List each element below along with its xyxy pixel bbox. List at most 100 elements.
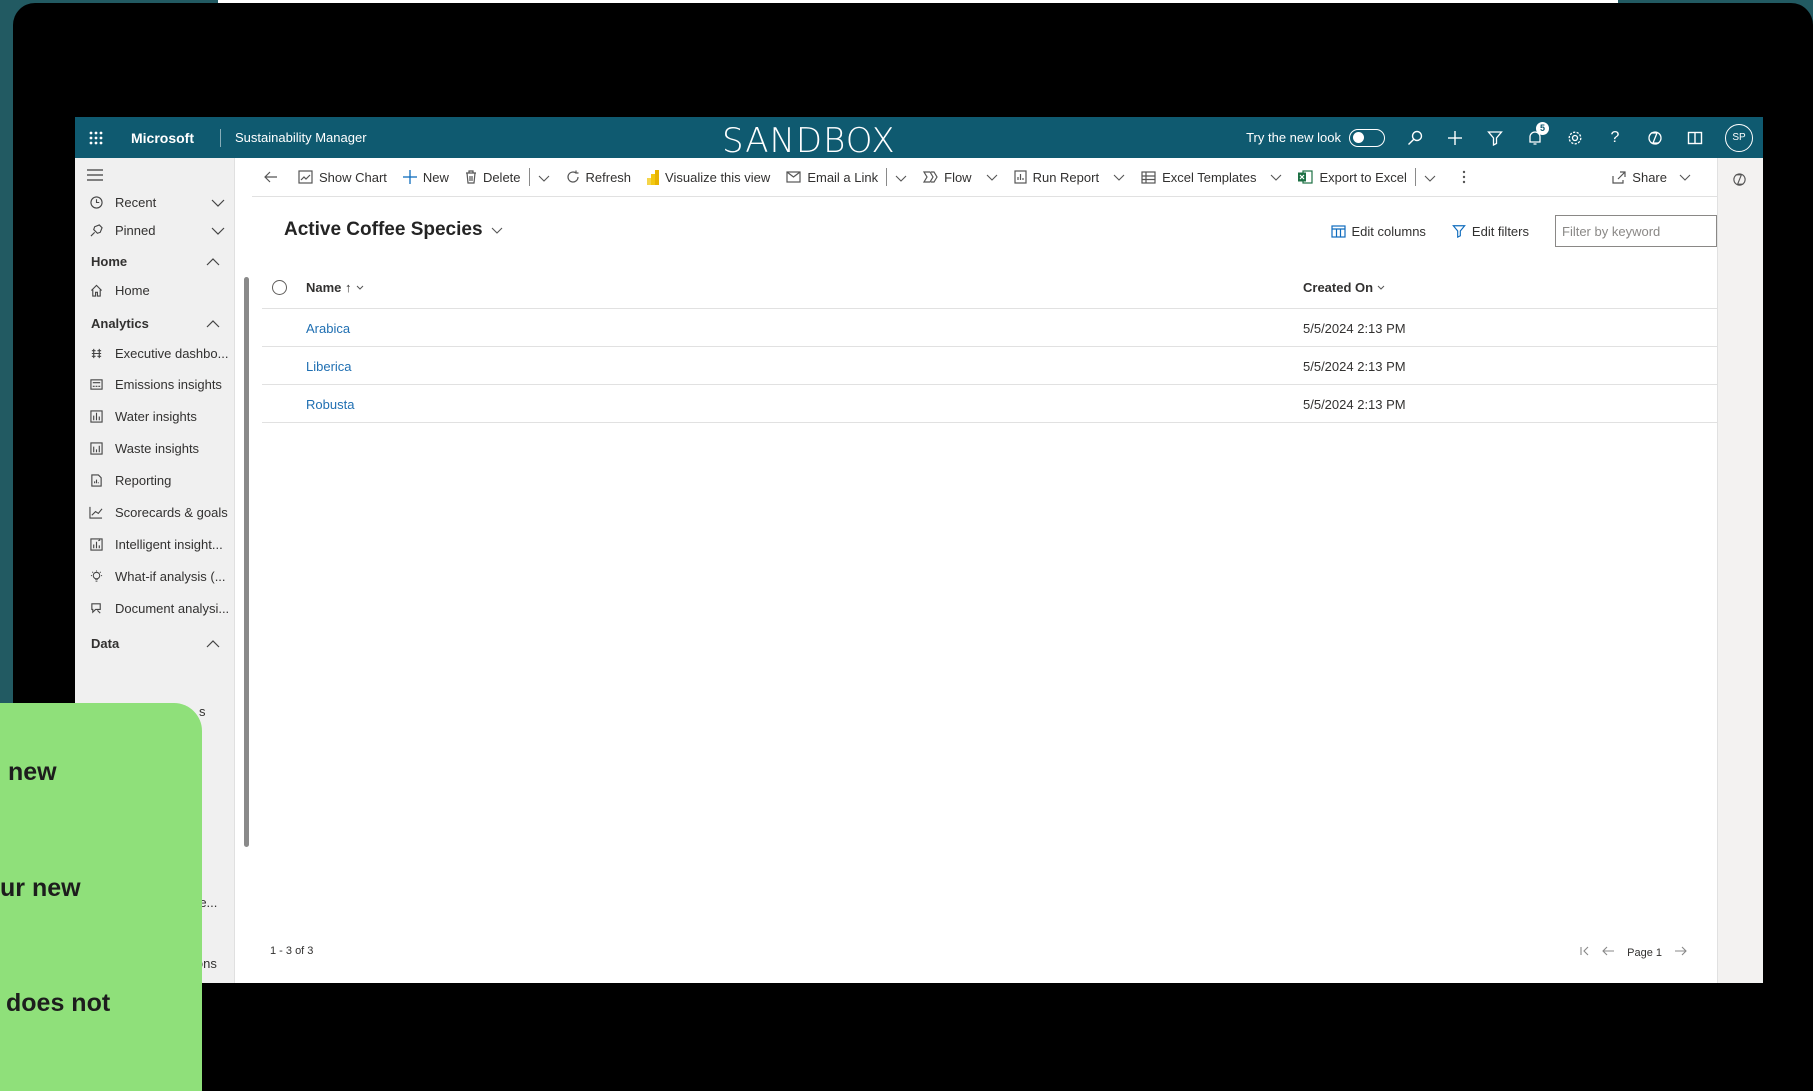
view-selector[interactable]: Active Coffee Species <box>284 219 503 241</box>
app-name[interactable]: Sustainability Manager <box>235 130 367 145</box>
search-input[interactable] <box>1555 215 1717 247</box>
run-report-button[interactable]: Run Report <box>1013 169 1125 185</box>
chevron-down-icon[interactable] <box>538 170 550 185</box>
excel-template-icon <box>1141 170 1156 184</box>
columns-icon <box>1330 224 1346 238</box>
edit-columns-button[interactable]: Edit columns <box>1330 224 1426 239</box>
share-button[interactable]: Share <box>1612 170 1691 185</box>
next-page-icon[interactable] <box>1674 946 1687 959</box>
avatar[interactable]: SP <box>1725 123 1753 152</box>
screen-frame: Microsoft Sustainability Manager SANDBOX… <box>13 3 1813 1091</box>
refresh-button[interactable]: Refresh <box>566 170 631 185</box>
help-icon[interactable]: ? <box>1605 128 1625 148</box>
sidebar-item-label: Reporting <box>115 472 172 488</box>
created-on-cell: 5/5/2024 2:13 PM <box>1303 359 1406 374</box>
sidebar-item-recent[interactable]: Recent <box>75 188 235 216</box>
book-icon[interactable] <box>1685 128 1705 148</box>
run-report-label: Run Report <box>1032 169 1100 185</box>
flow-icon <box>923 171 938 183</box>
back-icon[interactable] <box>264 171 278 183</box>
record-link[interactable]: Liberica <box>306 359 352 374</box>
clock-icon <box>87 195 105 209</box>
sidebar-item-label: Waste insights <box>115 440 200 456</box>
edit-filters-button[interactable]: Edit filters <box>1452 224 1529 239</box>
sidebar-item-emissions-insights[interactable]: Emissions insights <box>75 370 235 398</box>
sidebar-item-label: Water insights <box>115 408 197 424</box>
report-icon <box>87 473 105 487</box>
caption-line: ur new <box>0 874 81 902</box>
refresh-icon <box>566 170 579 183</box>
filter-icon[interactable] <box>1485 128 1505 148</box>
chevron-down-icon <box>1377 285 1385 290</box>
sidebar-item-home[interactable]: Home <box>75 276 235 304</box>
sidebar-item-water-insights[interactable]: Water insights <box>75 402 235 430</box>
copilot-icon[interactable] <box>1732 172 1747 192</box>
chevron-down-icon[interactable] <box>895 170 907 185</box>
sidebar-item-what-if-analysis[interactable]: What-if analysis (... <box>75 562 235 590</box>
chevron-down-icon[interactable] <box>211 223 225 238</box>
excel-templates-button[interactable]: Excel Templates <box>1141 170 1282 185</box>
delete-button[interactable]: Delete <box>465 170 521 185</box>
hamburger-icon[interactable] <box>87 168 103 186</box>
copilot-icon[interactable] <box>1645 128 1665 148</box>
page-number: Page 1 <box>1627 946 1662 959</box>
notification-icon[interactable]: 5 <box>1525 121 1549 148</box>
settings-icon[interactable] <box>1565 128 1585 148</box>
sidebar-item-document-analysis[interactable]: Document analysi... <box>75 594 235 622</box>
sidebar-item-executive-dashboard[interactable]: Executive dashbo... <box>75 339 235 367</box>
chevron-down-icon[interactable] <box>1424 170 1436 185</box>
chevron-up-icon[interactable] <box>206 254 220 269</box>
column-header-created-on[interactable]: Created On <box>1303 280 1385 295</box>
record-count: 1 - 3 of 3 <box>270 945 314 957</box>
new-button[interactable]: New <box>402 170 449 185</box>
table-row[interactable]: Robusta 5/5/2024 2:13 PM <box>262 385 1717 423</box>
sidebar-item-label: Executive dashbo... <box>115 345 229 361</box>
sidebar-item-reporting[interactable]: Reporting <box>75 466 235 494</box>
nav-group-analytics[interactable]: Analytics <box>91 316 220 331</box>
chevron-down-icon <box>1679 174 1691 181</box>
first-page-icon[interactable] <box>1580 946 1590 959</box>
table-row[interactable]: Arabica 5/5/2024 2:13 PM <box>262 309 1717 347</box>
chevron-down-icon[interactable] <box>211 195 225 210</box>
report-icon <box>1013 170 1027 184</box>
bar-chart-icon <box>87 441 105 455</box>
sidebar-item-partial[interactable]: s <box>199 704 206 719</box>
show-chart-button[interactable]: Show Chart <box>298 170 387 185</box>
new-look-toggle[interactable] <box>1349 128 1385 147</box>
app-launcher-icon[interactable] <box>75 117 117 158</box>
record-link[interactable]: Robusta <box>306 397 354 412</box>
search-icon[interactable] <box>1405 128 1425 148</box>
brand-name[interactable]: Microsoft <box>131 130 194 146</box>
divider <box>1414 168 1416 186</box>
select-all-radio[interactable] <box>272 280 287 295</box>
brand-divider <box>220 128 221 147</box>
chevron-up-icon[interactable] <box>206 316 220 331</box>
top-bar-actions: Try the new look 5 ? SP <box>1246 117 1753 158</box>
power-bi-icon <box>647 169 660 185</box>
table-row[interactable]: Liberica 5/5/2024 2:13 PM <box>262 347 1717 385</box>
flow-button[interactable]: Flow <box>923 170 997 185</box>
nav-group-home[interactable]: Home <box>91 254 220 269</box>
column-header-name[interactable]: Name ↑ <box>306 280 364 295</box>
sidebar-item-scorecards-goals[interactable]: Scorecards & goals <box>75 498 235 526</box>
nav-group-data[interactable]: Data <box>91 636 220 651</box>
sidebar-item-waste-insights[interactable]: Waste insights <box>75 434 235 462</box>
previous-page-icon[interactable] <box>1602 946 1615 959</box>
sidebar-item-pinned[interactable]: Pinned <box>75 216 235 244</box>
sidebar-scrollbar[interactable] <box>244 277 249 847</box>
sidebar-item-intelligent-insights[interactable]: Intelligent insight... <box>75 530 235 558</box>
record-link[interactable]: Arabica <box>306 321 350 336</box>
plus-icon <box>402 170 417 184</box>
more-options-icon[interactable] <box>1462 170 1466 184</box>
dashboard-icon <box>87 347 105 360</box>
caption-line: new <box>8 758 57 786</box>
visualize-button[interactable]: Visualize this view <box>647 169 770 185</box>
export-excel-button[interactable]: Export to Excel <box>1298 170 1407 185</box>
lightbulb-icon <box>87 569 105 583</box>
command-bar: Show Chart New Delete Refresh Visualize … <box>252 158 1763 197</box>
chevron-up-icon[interactable] <box>206 636 220 651</box>
chevron-down-icon <box>1271 174 1282 181</box>
document-icon <box>87 602 105 615</box>
email-link-button[interactable]: Email a Link <box>786 170 878 185</box>
add-icon[interactable] <box>1445 128 1465 148</box>
